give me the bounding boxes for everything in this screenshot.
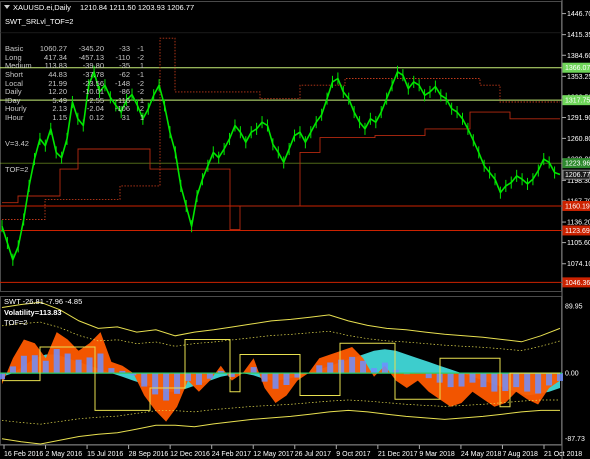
- price-tick-label: 1105.60: [567, 240, 590, 247]
- osc-blue-bar: [86, 357, 93, 374]
- osc-blue-bar: [272, 373, 279, 389]
- osc-blue-bar: [480, 373, 487, 388]
- osc-blue-bar: [349, 356, 356, 374]
- price-tick-label: 1384.60: [567, 53, 590, 60]
- osc-tick-label: -87.73: [565, 436, 585, 443]
- osc-blue-bar: [458, 373, 465, 387]
- osc-blue-bar: [163, 373, 170, 401]
- osc-blue-bar: [152, 373, 159, 395]
- collapse-arrow-icon[interactable]: [4, 5, 10, 9]
- osc-blue-bar: [447, 373, 454, 388]
- osc-blue-bar: [97, 353, 104, 374]
- level-v3: 31: [121, 112, 130, 122]
- time-tick-label: 26 Jul 2017: [295, 451, 331, 458]
- osc-blue-bar: [316, 365, 323, 374]
- osc-tof: TOF=2: [4, 318, 27, 327]
- time-tick-label: 7 Aug 2018: [502, 451, 538, 458]
- osc-blue-bar: [381, 362, 388, 374]
- osc-volatility: Volatility=113.83: [4, 308, 62, 317]
- time-tick-label: 21 Oct 2018: [544, 451, 582, 458]
- osc-orange-area: [2, 332, 560, 422]
- v-value: V=3.42: [5, 138, 29, 148]
- level-table: Basic 1060.27 -345.20 -33 -1 Long 417.34 -457.1…: [5, 28, 144, 183]
- price-tick-label: 1260.80: [567, 136, 590, 143]
- osc-blue-bar: [31, 355, 38, 374]
- time-tick-label: 21 Dec 2017: [378, 451, 418, 458]
- osc-tick-label: 89.95: [565, 304, 583, 311]
- indicator-name: SWT_SRLvl_TOF=2: [5, 17, 73, 26]
- osc-blue-bar: [206, 373, 213, 379]
- osc-blue-bar: [535, 373, 542, 394]
- osc-blue-bar: [502, 373, 509, 392]
- osc-blue-bar: [141, 373, 148, 387]
- level-v1: 1.15: [52, 112, 67, 122]
- time-tick-label: 2 May 2016: [46, 451, 83, 458]
- osc-blue-bar: [524, 373, 531, 392]
- symbol-label: XAUUSD.ei,Daily: [13, 3, 71, 12]
- osc-blue-bar: [75, 359, 82, 374]
- osc-blue-bar: [513, 373, 520, 388]
- osc-blue-bar: [0, 373, 5, 380]
- price-label-value: 1160.19: [565, 203, 590, 210]
- time-tick-label: 9 Oct 2017: [336, 451, 370, 458]
- time-tick-label: 12 May 2017: [253, 451, 294, 458]
- osc-blue-bar: [174, 373, 181, 394]
- osc-axis: 89.95 0.00 -87.73: [565, 304, 585, 444]
- osc-blue-bar: [469, 373, 476, 383]
- osc-blue-bar: [9, 366, 16, 374]
- level-v4: 1: [139, 112, 144, 122]
- envelope-top: [1, 301, 561, 343]
- osc-title: SWT -26.81 -7.96 -4.85: [4, 297, 82, 306]
- ohlc-values: 1210.84 1211.50 1203.93 1206.77: [80, 3, 194, 12]
- osc-blue-bar: [20, 355, 27, 374]
- osc-blue-bar: [425, 373, 432, 379]
- price-tick-label: 1291.90: [567, 115, 590, 122]
- price-axis: 1446.701415.351384.601353.251322.501291.…: [562, 11, 590, 289]
- osc-blue-bar: [557, 373, 563, 381]
- price-tick-label: 1415.35: [567, 32, 590, 39]
- price-label-value: 1223.96: [565, 161, 590, 168]
- osc-blue-bar: [195, 373, 202, 385]
- price-label-value: 1366.07: [565, 65, 590, 72]
- envelope-bottom-inner: [1, 399, 560, 425]
- tof-value: TOF=2: [5, 164, 29, 174]
- osc-blue-bar: [64, 353, 71, 374]
- osc-blue-bar: [108, 368, 115, 374]
- time-axis: 16 Feb 2016 2 May 2016 15 Jul 2016 28 Sep 2…: [3, 445, 582, 458]
- osc-blue-bar: [42, 360, 49, 374]
- price-tick-label: 1446.70: [567, 11, 590, 18]
- time-tick-label: 24 May 2018: [461, 451, 502, 458]
- price-tick-label: 1074.10: [567, 261, 590, 268]
- osc-blue-bar: [53, 349, 60, 374]
- time-tick-label: 12 Dec 2016: [170, 451, 210, 458]
- time-tick-label: 24 Feb 2017: [212, 451, 251, 458]
- osc-blue-bar: [371, 368, 377, 374]
- time-tick-label: 28 Sep 2016: [129, 451, 169, 458]
- osc-blue-bar: [491, 373, 498, 392]
- price-label-value: 1317.75: [565, 98, 590, 105]
- time-tick-label: 9 Mar 2018: [419, 451, 455, 458]
- osc-blue-bar: [185, 373, 191, 381]
- price-tick-label: 1353.25: [567, 74, 590, 81]
- osc-blue-bar: [261, 373, 268, 382]
- osc-blue-bar: [283, 373, 290, 385]
- level-label: IHour: [5, 112, 24, 122]
- price-label-value: 1046.36: [565, 280, 590, 287]
- level-table-rows: Basic 1060.27 -345.20 -33 -1 Long 417.34 -457.1…: [5, 45, 144, 122]
- price-label-value: 1206.77: [565, 172, 590, 179]
- osc-blue-bar: [360, 360, 367, 374]
- osc-blue-bar: [327, 362, 334, 374]
- osc-tick-label: 0.00: [565, 371, 579, 378]
- time-tick-label: 15 Jul 2016: [87, 451, 123, 458]
- oscillator-series: [0, 301, 563, 445]
- time-tick-label: 16 Feb 2016: [4, 451, 43, 458]
- envelope-bottom: [1, 409, 560, 445]
- price-label-value: 1123.69: [565, 228, 590, 235]
- level-v2: 0.12: [89, 112, 104, 122]
- osc-blue-bar: [250, 367, 257, 374]
- price-level-labels: 1366.07 1317.75 1223.96 1206.77 1160.19 1123.…: [562, 62, 590, 288]
- osc-blue-bar: [546, 373, 553, 386]
- level-row: IHour 1.15 0.12 31 1: [5, 112, 144, 123]
- osc-blue-bar: [338, 359, 345, 374]
